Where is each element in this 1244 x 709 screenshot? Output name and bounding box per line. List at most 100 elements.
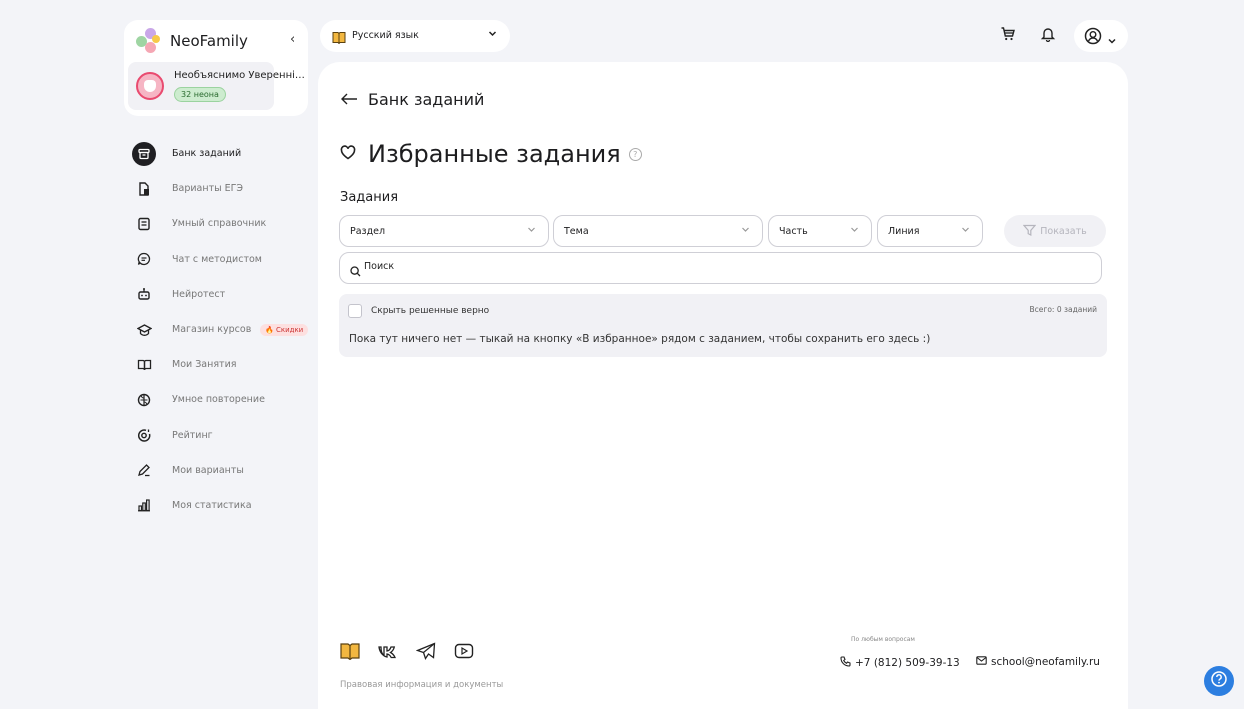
total-count: Всего: 0 заданий: [1029, 305, 1098, 314]
brand-card: NeoFamily ‹ Необъяснимо Увереннi… 32 нео…: [124, 20, 308, 116]
arrow-left-icon: [340, 90, 358, 109]
collapse-sidebar-button[interactable]: ‹: [290, 32, 295, 47]
bar-chart-icon: [134, 495, 154, 515]
sidebar-item-label: Банк заданий: [172, 148, 242, 160]
sidebar-item-my-stats[interactable]: Моя статистика: [134, 488, 252, 523]
sidebar-nav: Банк заданий Варианты ЕГЭ Умный справочн…: [132, 136, 309, 523]
phone-icon: [840, 656, 851, 670]
robot-icon: [134, 284, 154, 304]
telegram-icon[interactable]: [415, 642, 436, 664]
mail-icon: [976, 656, 987, 668]
sidebar-item-smart-handbook[interactable]: Умный справочник: [134, 206, 266, 241]
book-icon: [332, 29, 346, 48]
empty-state-message: Пока тут ничего нет — тыкай на кнопку «В…: [349, 333, 931, 345]
sidebar-item-rating[interactable]: Рейтинг: [134, 418, 213, 453]
book-icon[interactable]: [340, 642, 360, 664]
back-link[interactable]: Банк заданий: [340, 90, 484, 109]
social-links: [340, 642, 474, 664]
filter-label: Линия: [888, 226, 920, 237]
neofamily-logo-icon[interactable]: [136, 28, 162, 56]
sidebar-item-task-bank[interactable]: Банк заданий: [132, 136, 241, 171]
chevron-down-icon: [527, 225, 536, 237]
profile-menu-button[interactable]: [1074, 20, 1128, 52]
youtube-icon[interactable]: [454, 643, 474, 663]
user-name: Необъяснимо Увереннi…: [174, 70, 305, 81]
question-icon[interactable]: ?: [628, 147, 642, 161]
legal-info-link[interactable]: Правовая информация и документы: [340, 680, 503, 690]
sidebar-item-label: Нейротест: [172, 288, 226, 300]
sidebar-item-label: Рейтинг: [172, 429, 213, 441]
bell-icon[interactable]: [1040, 26, 1056, 46]
user-profile-card[interactable]: Необъяснимо Увереннi… 32 неона: [128, 62, 305, 110]
filter-funnel-icon: [1022, 224, 1037, 239]
avatar: [136, 72, 164, 100]
filter-label: Раздел: [350, 226, 386, 237]
documents-icon: [134, 179, 154, 199]
target-icon: [134, 425, 154, 445]
show-button[interactable]: Показать: [1004, 215, 1106, 247]
help-button[interactable]: [1204, 666, 1234, 696]
hide-solved-checkbox[interactable]: [348, 304, 362, 318]
sidebar-item-my-lessons[interactable]: Мои Занятия: [134, 347, 236, 382]
hide-solved-label[interactable]: Скрыть решенные верно: [371, 306, 489, 316]
email-address: school@neofamily.ru: [991, 656, 1100, 668]
chevron-down-icon: [488, 29, 497, 41]
filter-topic-select[interactable]: Тема: [553, 215, 763, 247]
filter-line-select[interactable]: Линия: [877, 215, 983, 247]
phone-number: +7 (812) 509-39-13: [855, 657, 960, 669]
filter-part-select[interactable]: Часть: [768, 215, 872, 247]
sidebar-item-smart-repeat[interactable]: Умное повторение: [134, 382, 265, 417]
subject-select-value: Русский язык: [352, 30, 419, 41]
handbook-icon: [134, 214, 154, 234]
sidebar-item-label: Умное повторение: [172, 394, 265, 406]
chat-icon: [134, 249, 154, 269]
page-title: Избранные задания: [368, 140, 621, 168]
back-link-label: Банк заданий: [368, 90, 485, 109]
sale-badge: 🔥 Скидки: [260, 323, 309, 336]
page-title-row: Избранные задания ?: [340, 140, 642, 168]
section-label: Задания: [340, 190, 399, 205]
sidebar-item-label: Магазин курсов: [172, 324, 252, 336]
sale-badge-text: Скидки: [275, 325, 304, 334]
results-panel: Скрыть решенные верно Всего: 0 заданий П…: [339, 294, 1107, 357]
search-icon: [350, 262, 361, 281]
pencil-icon: [134, 460, 154, 480]
cart-icon[interactable]: [1000, 26, 1016, 46]
sidebar-item-label: Умный справочник: [172, 218, 267, 230]
sidebar-item-course-shop[interactable]: Магазин курсов 🔥 Скидки: [134, 312, 309, 347]
show-button-label: Показать: [1040, 225, 1087, 237]
sidebar-item-my-variants[interactable]: Мои варианты: [134, 453, 244, 488]
sidebar-item-label: Чат с методистом: [172, 253, 262, 265]
search-input[interactable]: [364, 261, 1064, 272]
brand-name[interactable]: NeoFamily: [170, 32, 248, 50]
question-icon: [1210, 670, 1228, 692]
sidebar-item-label: Варианты ЕГЭ: [172, 183, 244, 195]
chevron-down-icon: [850, 225, 859, 237]
chevron-down-icon: [961, 225, 970, 237]
vk-icon[interactable]: [378, 644, 398, 663]
user-circle-icon: [1084, 27, 1102, 49]
sidebar-item-ege-variants[interactable]: Варианты ЕГЭ: [134, 171, 243, 206]
chevron-down-icon: [1107, 31, 1117, 50]
main-content: Банк заданий Избранные задания ? Задания…: [318, 62, 1128, 709]
email-link[interactable]: school@neofamily.ru: [976, 656, 1100, 668]
sidebar-item-label: Мои Занятия: [172, 359, 237, 371]
subject-select[interactable]: Русский язык: [320, 20, 510, 52]
sidebar-item-label: Моя статистика: [172, 499, 252, 511]
neon-balance-badge: 32 неона: [174, 87, 226, 102]
contact-caption: По любым вопросам: [851, 636, 915, 643]
sidebar-item-neurotest[interactable]: Нейротест: [134, 277, 225, 312]
chevron-down-icon: [741, 225, 750, 237]
graduation-cap-icon: [134, 320, 154, 340]
heart-icon: [340, 144, 356, 164]
book-open-icon: [134, 355, 154, 375]
sidebar-item-label: Мои варианты: [172, 464, 244, 476]
filter-label: Часть: [779, 226, 808, 237]
search-field[interactable]: [339, 252, 1102, 284]
sidebar-item-methodist-chat[interactable]: Чат с методистом: [134, 242, 262, 277]
phone-link[interactable]: +7 (812) 509-39-13: [840, 656, 960, 670]
archive-icon: [132, 141, 156, 166]
brain-icon: [134, 390, 154, 410]
filter-section-select[interactable]: Раздел: [339, 215, 549, 247]
filter-label: Тема: [564, 226, 589, 237]
